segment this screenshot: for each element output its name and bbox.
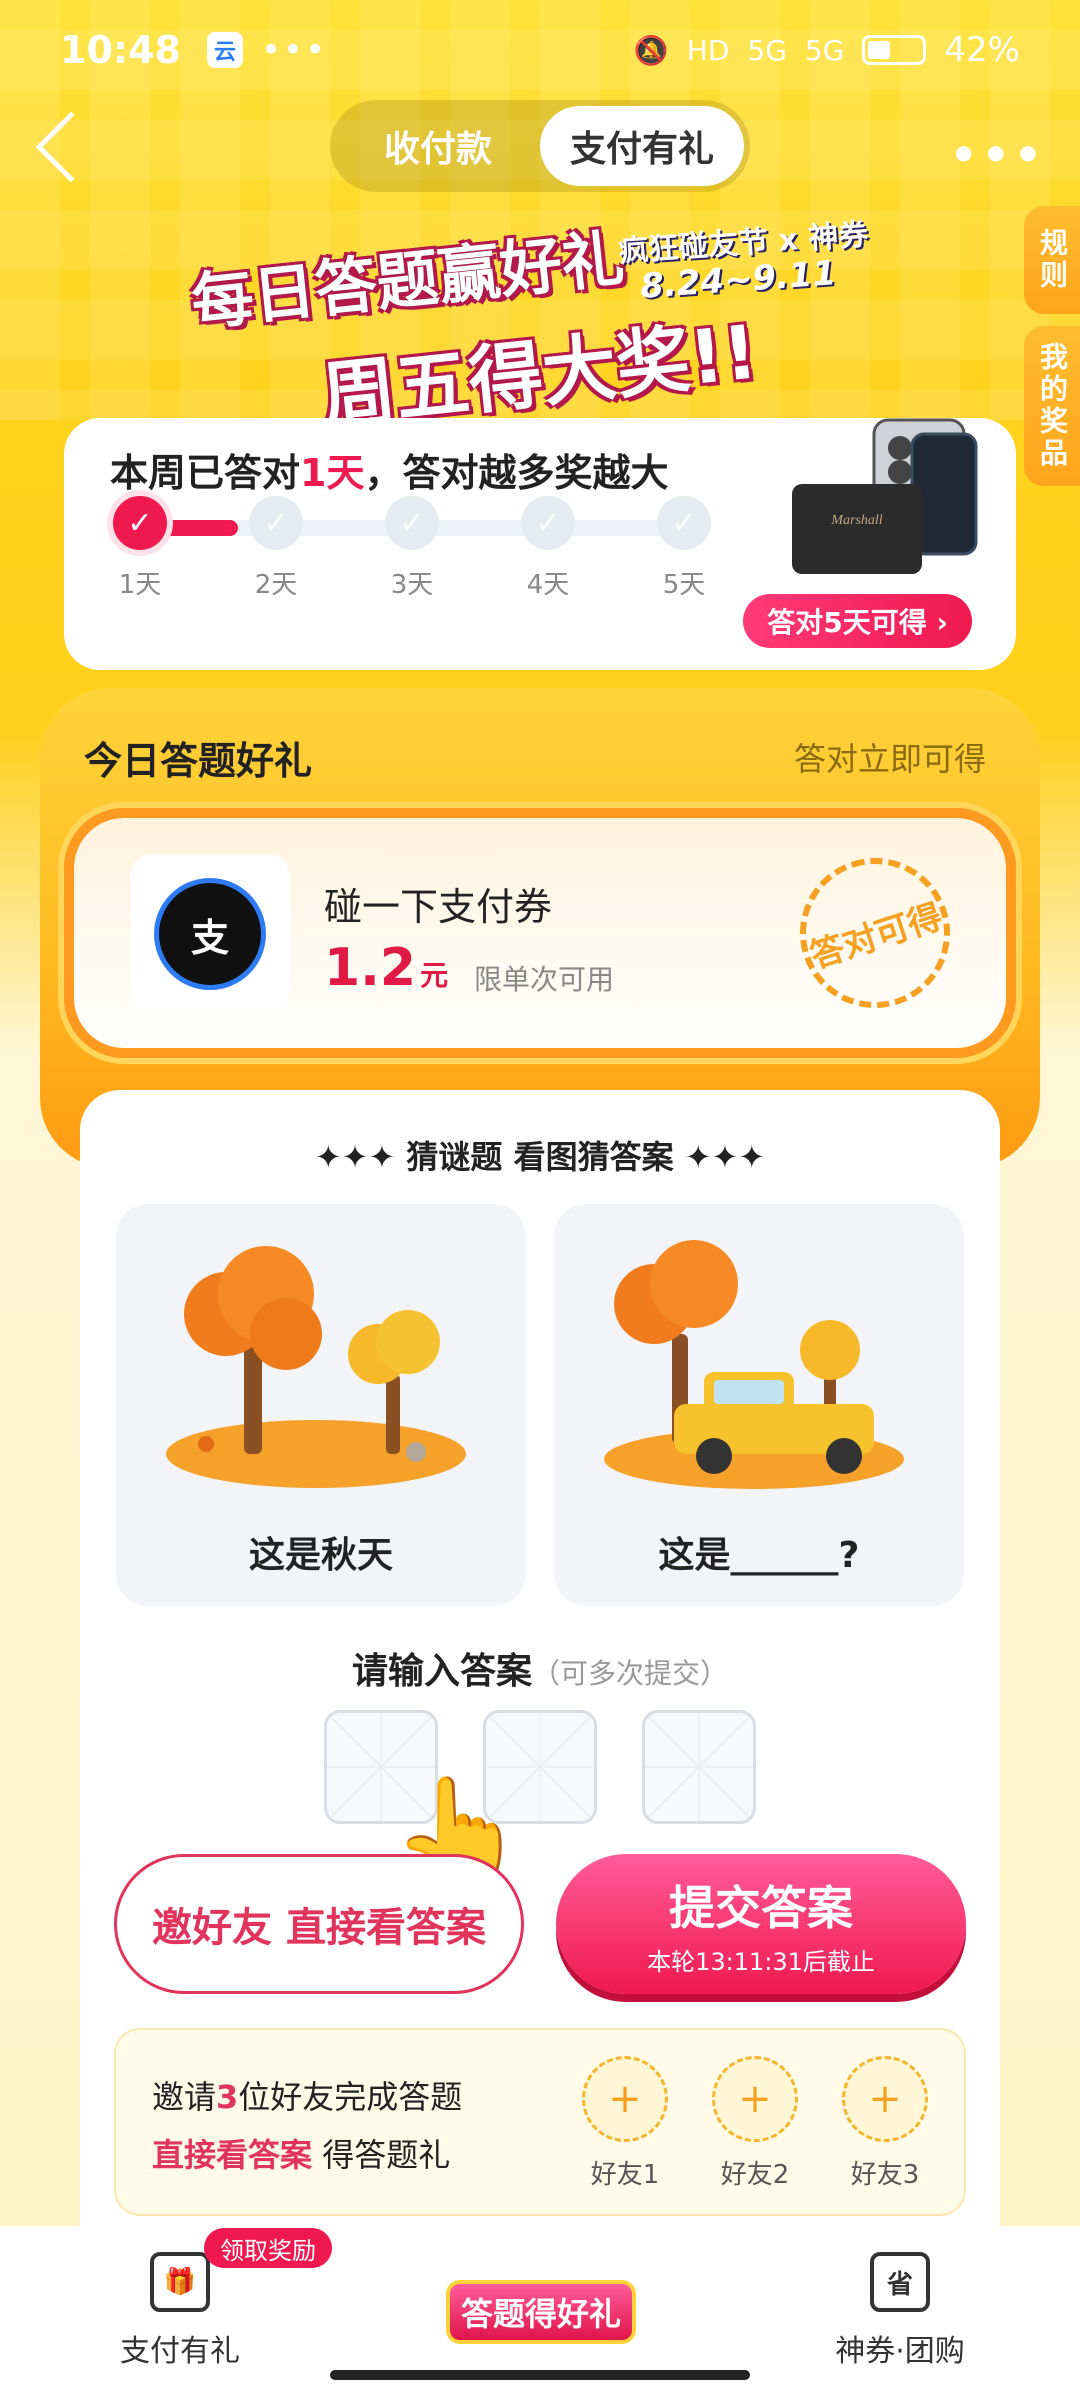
save-icon: 省 (870, 2252, 930, 2312)
add-friend-icon: + (582, 2056, 668, 2142)
back-icon[interactable] (35, 111, 107, 183)
check-icon: ✓ (385, 496, 439, 550)
add-friend-icon: + (842, 2056, 928, 2142)
prize-products-image: Marshall (792, 418, 978, 574)
reward-subtitle: 答对立即可得 (793, 740, 986, 778)
invite-count: 3 (216, 2078, 239, 2116)
progress-title-prefix: 本周已答对 (110, 451, 301, 495)
submit-label: 提交答案 (669, 1880, 853, 1935)
quiz-picture-autumn: 这是秋天 (116, 1204, 526, 1606)
mute-icon: 🔕 (633, 33, 669, 67)
friend-label: 好友2 (720, 2160, 790, 2190)
prize-brand-text: Marshall (830, 513, 882, 528)
invite-line-1-b: 位好友完成答题 (238, 2078, 463, 2116)
status-more-dots: ••• (260, 30, 328, 70)
check-icon: ✓ (657, 496, 711, 550)
hd-icon: HD (686, 33, 730, 67)
signal-icon-1: 5G (747, 33, 787, 67)
battery-icon (862, 35, 927, 65)
step-label: 1天 (118, 570, 162, 600)
step-label: 3天 (390, 570, 434, 600)
answer-title: 请输入答案（可多次提交） (80, 1642, 1000, 1694)
reward-title: 今日答题好礼 (84, 739, 313, 783)
signal-icon-2: 5G (804, 33, 845, 67)
alipay-nfc-icon: 支 (154, 878, 266, 990)
add-friend-icon: + (712, 2056, 798, 2142)
progress-title-suffix: ，答对越多奖越大 (364, 451, 669, 495)
progress-step-1: ✓ 1天 (110, 496, 170, 601)
tab-label: 支付有礼 (120, 2334, 240, 2369)
autumn-truck-illustration (604, 1240, 904, 1489)
progress-title-days: 1天 (300, 451, 365, 495)
app-badge-icon: 云 (206, 32, 243, 68)
weekly-progress-card: 本周已答对1天，答对越多奖越大 ✓ 1天 ✓ 2天 ✓ 3天 ✓ 4天 ✓ 5天… (64, 418, 1016, 670)
step-label: 5天 (662, 570, 706, 600)
friend-slot-1[interactable]: + 好友1 (580, 2056, 670, 2191)
check-icon: ✓ (521, 496, 575, 550)
coupon-amount: 1.2 元 (324, 938, 448, 998)
friend-label: 好友3 (850, 2160, 920, 2190)
invite-line-2-b: 得答题礼 (312, 2136, 451, 2174)
pic1-caption: 这是秋天 (248, 1535, 393, 1576)
invite-friend-button[interactable]: 邀好友 直接看答案 (114, 1854, 524, 1994)
status-bar: 10:48 云 ••• 🔕 HD 5G 5G 42% (0, 0, 1080, 100)
answer-hint: （可多次提交） (532, 1657, 729, 1690)
quiz-title: ✦✦✦ 猜谜题 看图猜答案 ✦✦✦ (314, 1138, 766, 1176)
friend-slot-2[interactable]: + 好友2 (710, 2056, 800, 2191)
coupon-amount-unit: 元 (420, 959, 449, 992)
progress-step-3: ✓ 3天 (382, 496, 442, 601)
submit-deadline: 本轮13:11:31后截止 (647, 1947, 875, 1976)
answer-correct-stamp: 答对可得 (780, 838, 970, 1028)
check-icon: ✓ (249, 496, 303, 550)
battery-percent: 42% (944, 30, 1020, 70)
promo-banner: 每日答题赢好礼 周五得大奖!! 疯狂碰友节 x 神券 8.24~9.11 (170, 210, 870, 440)
submit-answer-button[interactable]: 提交答案 本轮13:11:31后截止 (556, 1854, 966, 1994)
five-day-prize-pill[interactable]: 答对5天可得 › (743, 594, 972, 648)
status-time: 10:48 (60, 28, 181, 72)
claim-reward-badge[interactable]: 领取奖励 (204, 2228, 332, 2268)
answer-char-box-3[interactable] (642, 1710, 756, 1824)
progress-title: 本周已答对1天，答对越多奖越大 (110, 442, 668, 497)
coupon-name: 碰一下支付券 (324, 885, 553, 929)
tab-collect-pay[interactable]: 收付款 (336, 106, 540, 186)
invite-line-2-a: 直接看答案 (152, 2136, 313, 2174)
quiz-picture-question: 这是______? (554, 1204, 964, 1606)
quiz-gift-center-button[interactable]: 答题得好礼 (446, 2280, 636, 2344)
check-icon: ✓ (113, 496, 167, 550)
progress-step-2: ✓ 2天 (246, 496, 306, 601)
tab-coupons-groupbuy[interactable]: 省 神券·团购 (800, 2252, 1000, 2370)
invite-line-2: 直接看答案 得答题礼 (152, 2130, 450, 2176)
tab-pay-gift-bottom[interactable]: 🎁 支付有礼 (80, 2252, 280, 2370)
autumn-trees-illustration (166, 1246, 466, 1488)
alipay-logo: 支 (130, 854, 290, 1014)
pic2-caption: 这是______? (658, 1535, 860, 1576)
step-label: 4天 (526, 570, 570, 600)
status-right: 🔕 HD 5G 5G 42% (634, 30, 1020, 70)
coupon-note: 限单次可用 (474, 963, 615, 996)
tab-pay-gift[interactable]: 支付有礼 (540, 106, 744, 186)
segment-control: 收付款 支付有礼 (330, 100, 750, 192)
my-prizes-tab[interactable]: 我的奖品 (1024, 326, 1080, 486)
friend-label: 好友1 (590, 2160, 660, 2190)
more-icon[interactable]: ••• (950, 130, 1046, 181)
coupon-card[interactable]: 支 碰一下支付券 1.2 元 限单次可用 答对可得 (64, 808, 1016, 1058)
progress-step-5: ✓ 5天 (654, 496, 714, 601)
gift-box-icon: 🎁 (150, 2252, 210, 2312)
tab-label: 神券·团购 (835, 2334, 965, 2369)
rules-tab[interactable]: 规则 (1024, 206, 1080, 314)
coupon-amount-value: 1.2 (324, 938, 417, 998)
answer-title-text: 请输入答案 (351, 1651, 532, 1692)
progress-step-4: ✓ 4天 (518, 496, 578, 601)
invite-line-1-a: 邀请 (152, 2078, 217, 2116)
top-nav: 收付款 支付有礼 ••• (0, 100, 1080, 196)
invite-friends-box: 邀请3位好友完成答题 直接看答案 得答题礼 + 好友1 + 好友2 + 好友3 (114, 2028, 966, 2216)
step-label: 2天 (254, 570, 298, 600)
friend-slot-3[interactable]: + 好友3 (840, 2056, 930, 2191)
home-indicator (330, 2370, 750, 2380)
quiz-card: ✦✦✦ 猜谜题 看图猜答案 ✦✦✦ 这是秋天 这是______? 请输入答案（可… (80, 1090, 1000, 2230)
invite-line-1: 邀请3位好友完成答题 (152, 2072, 462, 2118)
